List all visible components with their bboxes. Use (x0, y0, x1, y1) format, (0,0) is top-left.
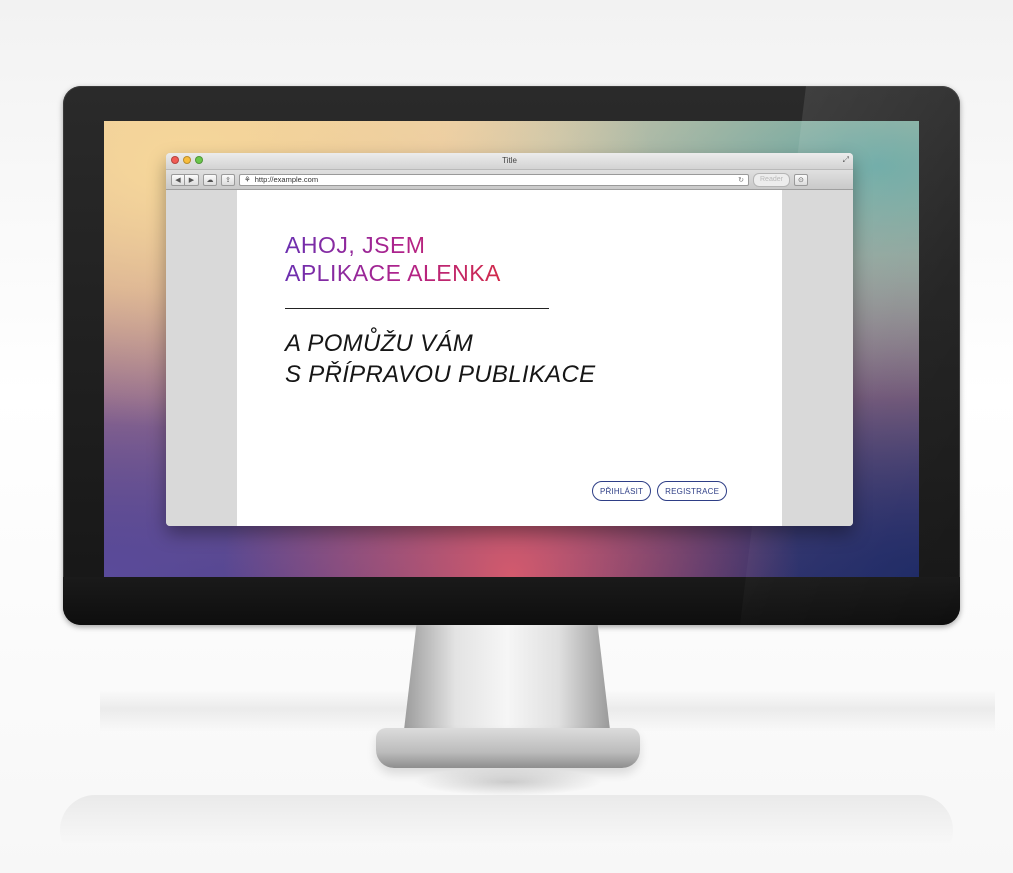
fullscreen-icon[interactable]: ⤢ (843, 155, 849, 165)
address-url: http://example.com (254, 175, 319, 184)
cloud-icon: ☁ (206, 176, 214, 184)
back-icon: ◀ (175, 176, 181, 184)
icloud-tabs-button[interactable]: ☁ (203, 173, 217, 186)
browser-viewport: AHOJ, JSEM APLIKACE ALENKA A POMŮŽU VÁM … (166, 190, 853, 526)
monitor-stand-neck (404, 625, 610, 730)
reload-icon[interactable]: ↻ (738, 176, 744, 184)
heading-divider (285, 308, 549, 309)
web-page: AHOJ, JSEM APLIKACE ALENKA A POMŮŽU VÁM … (237, 190, 782, 526)
share-icon: ⇪ (225, 176, 231, 184)
monitor-chin (63, 577, 960, 625)
forward-icon: ▶ (188, 176, 195, 184)
download-icon: ⊙ (798, 176, 804, 184)
reader-button[interactable]: Reader (753, 172, 790, 187)
register-button[interactable]: REGISTRACE (657, 481, 728, 501)
forward-button[interactable]: ▶ (185, 173, 199, 186)
browser-toolbar: ◀ ▶ ☁ ⇪ ⚘ http://example.com ↻ Reader ⊙ (166, 170, 853, 190)
stand-shadow (413, 768, 603, 796)
heading-line-1: AHOJ, JSEM (285, 232, 426, 258)
monitor-stand-base (376, 728, 640, 768)
page-subtitle: A POMŮŽU VÁM S PŘÍPRAVOU PUBLIKACE (285, 328, 595, 390)
subtitle-line-2: S PŘÍPRAVOU PUBLIKACE (285, 361, 596, 388)
heading-line-2: APLIKACE ALENKA (285, 260, 501, 286)
floor-reflection (60, 795, 953, 865)
address-bar[interactable]: ⚘ http://example.com ↻ (239, 173, 749, 186)
auth-actions: PŘIHLÁSIT REGISTRACE (592, 481, 728, 501)
title-bar[interactable]: Title ⤢ (166, 153, 853, 170)
login-button[interactable]: PŘIHLÁSIT (592, 481, 652, 501)
share-button[interactable]: ⇪ (221, 173, 235, 186)
subtitle-line-1: A POMŮŽU VÁM (285, 330, 474, 357)
page-heading: AHOJ, JSEM APLIKACE ALENKA (285, 231, 501, 287)
window-title: Title (502, 156, 517, 165)
browser-window: Title ⤢ ◀ ▶ ☁ ⇪ ⚘ http://example.com ↻ R… (166, 153, 853, 526)
downloads-button[interactable]: ⊙ (793, 173, 808, 186)
compass-icon: ⚘ (244, 175, 251, 184)
nav-buttons: ◀ ▶ (171, 173, 199, 186)
back-button[interactable]: ◀ (171, 173, 185, 186)
